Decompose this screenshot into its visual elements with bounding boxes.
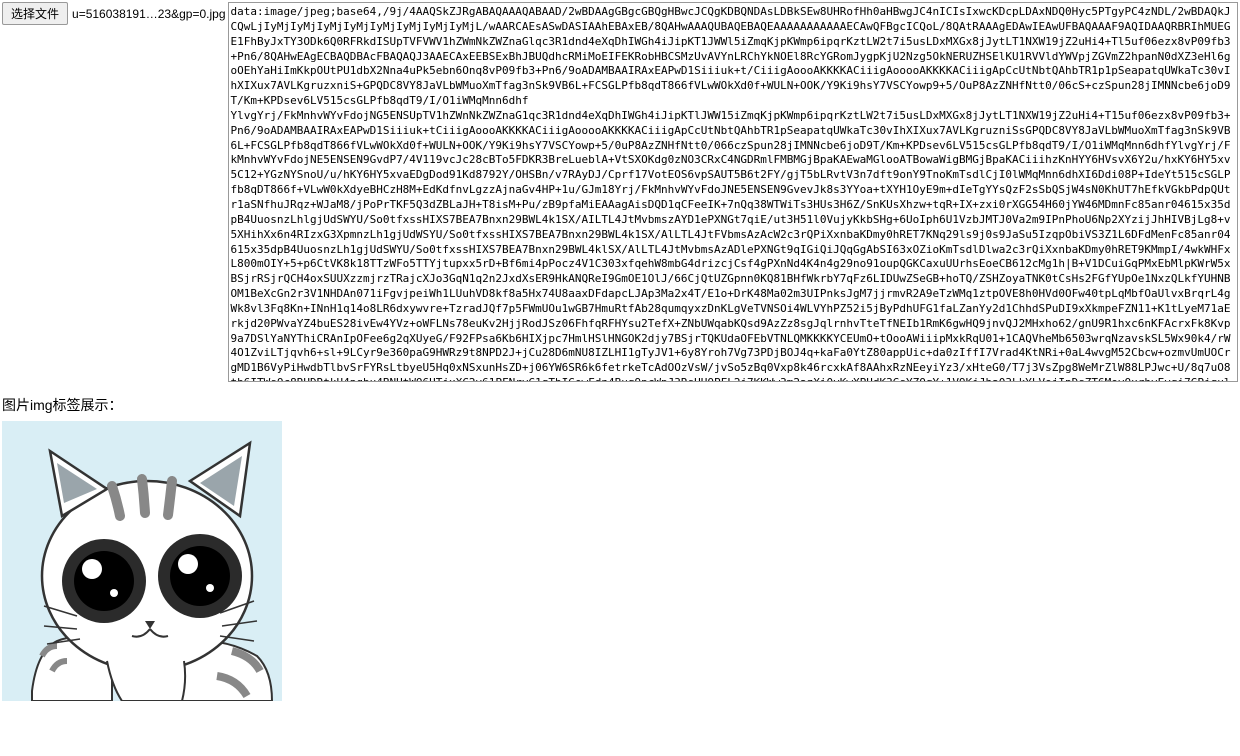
main-container: 选择文件 u=516038191…23&gp=0.jpg 图片img标签展示： <box>2 2 1238 701</box>
label-section: 图片img标签展示： <box>2 395 1238 415</box>
top-row: 选择文件 u=516038191…23&gp=0.jpg <box>2 2 1238 385</box>
image-display <box>2 421 282 701</box>
file-input-group: 选择文件 u=516038191…23&gp=0.jpg <box>2 2 226 25</box>
textarea-container <box>228 2 1239 385</box>
base64-textarea[interactable] <box>228 2 1239 382</box>
img-display-label: 图片img标签展示： <box>2 397 123 413</box>
file-name-label: u=516038191…23&gp=0.jpg <box>72 7 225 21</box>
cat-image <box>2 421 282 701</box>
choose-file-button[interactable]: 选择文件 <box>2 2 68 25</box>
